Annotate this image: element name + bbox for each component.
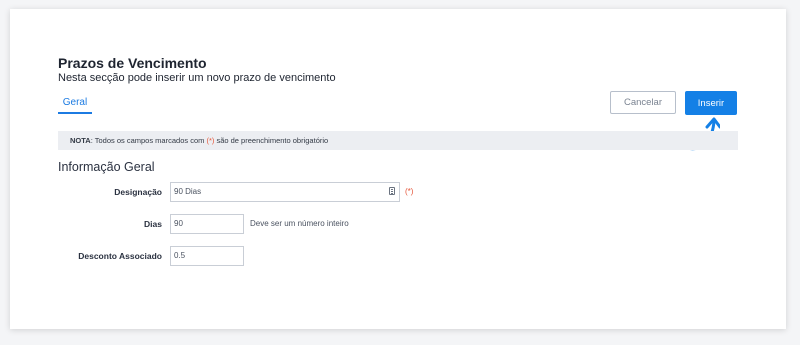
cancel-button[interactable]: Cancelar xyxy=(610,91,676,114)
form-card: Prazos de Vencimento Nesta secção pode i… xyxy=(10,9,786,329)
dias-hint: Deve ser um número inteiro xyxy=(250,219,349,228)
required-fields-note: NOTA: Todos os campos marcados com (*) s… xyxy=(58,131,738,150)
note-prefix: NOTA xyxy=(70,136,91,145)
desconto-field[interactable]: 0.5 xyxy=(170,246,244,266)
dias-label: Dias xyxy=(144,219,162,229)
dias-value: 90 xyxy=(174,219,183,228)
designacao-label: Designação xyxy=(114,187,162,197)
list-icon[interactable] xyxy=(389,187,395,195)
page-title: Prazos de Vencimento xyxy=(58,55,207,71)
tab-geral[interactable]: Geral xyxy=(58,97,92,114)
page-subtitle: Nesta secção pode inserir um novo prazo … xyxy=(58,72,336,84)
desconto-label: Desconto Associado xyxy=(78,251,162,261)
designacao-required-marker: (*) xyxy=(405,187,414,196)
dias-field[interactable]: 90 xyxy=(170,214,244,234)
section-title: Informação Geral xyxy=(58,160,155,174)
designacao-field[interactable]: 90 Dias xyxy=(170,182,400,202)
designacao-value: 90 Dias xyxy=(174,187,202,196)
note-text-before: : Todos os campos marcados com xyxy=(90,136,207,145)
desconto-value: 0.5 xyxy=(174,251,186,260)
insert-button[interactable]: Inserir xyxy=(685,91,737,115)
note-text-after: são de preenchimento obrigatório xyxy=(214,136,329,145)
